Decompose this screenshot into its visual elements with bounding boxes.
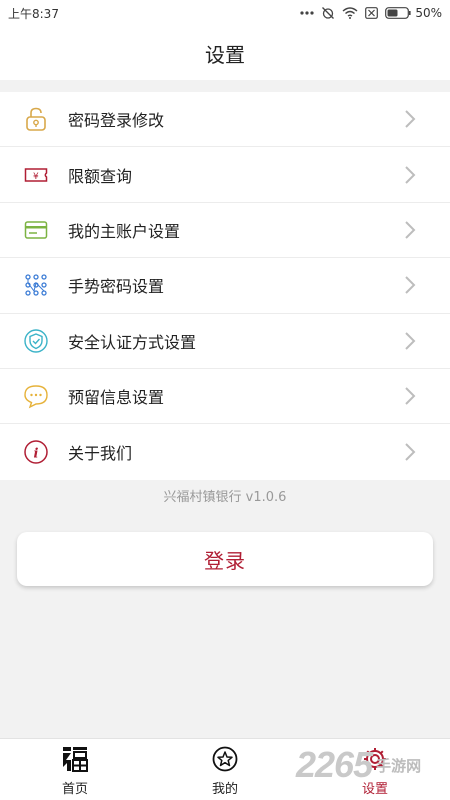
menu-item-security-auth[interactable]: 安全认证方式设置 xyxy=(0,314,450,369)
tab-label: 首页 xyxy=(61,782,88,797)
chevron-right-icon xyxy=(405,332,416,350)
star-circle-icon xyxy=(212,746,238,772)
title-bar: 设置 xyxy=(0,26,450,80)
svg-text:i: i xyxy=(34,447,39,462)
menu-item-about-us[interactable]: i 关于我们 xyxy=(0,424,450,479)
status-bar: 上午8:37 50% xyxy=(0,0,450,26)
card-icon xyxy=(22,216,50,244)
sim-off-icon xyxy=(365,7,379,19)
login-button-label: 登录 xyxy=(204,548,246,573)
menu-item-label: 预留信息设置 xyxy=(68,388,165,408)
tab-home[interactable]: 首页 xyxy=(0,739,150,800)
menu-item-gesture-password[interactable]: 手势密码设置 xyxy=(0,258,450,314)
watermark: 2265 手游网 xyxy=(296,744,421,786)
menu-item-limit-query[interactable]: ¥ 限额查询 xyxy=(0,147,450,203)
more-dots-icon xyxy=(300,11,314,15)
page-title: 设置 xyxy=(205,42,245,67)
menu-item-main-account[interactable]: 我的主账户设置 xyxy=(0,203,450,259)
chevron-right-icon xyxy=(405,443,416,461)
menu-item-label: 手势密码设置 xyxy=(68,277,165,297)
menu-item-label: 安全认证方式设置 xyxy=(68,332,197,352)
alarm-off-icon xyxy=(322,7,335,19)
chevron-right-icon xyxy=(405,221,416,239)
tab-mine[interactable]: 我的 xyxy=(150,739,300,800)
battery-icon xyxy=(385,7,411,19)
tab-label: 我的 xyxy=(211,782,238,797)
chat-bubble-icon xyxy=(22,382,50,410)
login-button[interactable]: 登录 xyxy=(17,532,433,586)
menu-item-label: 限额查询 xyxy=(68,166,133,186)
watermark-text: 手游网 xyxy=(376,757,422,775)
menu-item-label: 关于我们 xyxy=(68,444,133,464)
chevron-right-icon xyxy=(405,165,416,184)
settings-menu-list: 密码登录修改 ¥ 限额查询 我的主账户设置 手势密码设置 安全认证方式设置 预留… xyxy=(0,92,450,480)
version-text: 兴福村镇银行 v1.0.6 xyxy=(163,490,287,505)
svg-text:¥: ¥ xyxy=(33,172,39,182)
chevron-right-icon xyxy=(405,276,416,295)
menu-item-label: 密码登录修改 xyxy=(68,111,165,131)
menu-item-reserved-info[interactable]: 预留信息设置 xyxy=(0,369,450,425)
ticket-icon: ¥ xyxy=(22,161,50,189)
menu-item-label: 我的主账户设置 xyxy=(68,221,181,241)
gesture-grid-icon xyxy=(22,271,50,299)
lock-icon xyxy=(22,105,50,133)
chevron-right-icon xyxy=(405,110,416,128)
menu-item-password-login[interactable]: 密码登录修改 xyxy=(0,92,450,148)
info-icon: i xyxy=(22,438,50,466)
status-icons: 50% xyxy=(300,6,442,20)
battery-indicator: 50% xyxy=(385,6,442,20)
battery-percent: 50% xyxy=(415,6,442,20)
chevron-right-icon xyxy=(405,387,416,405)
bank-logo-icon xyxy=(63,747,88,772)
status-time: 上午8:37 xyxy=(8,6,59,21)
watermark-number: 2265 xyxy=(296,744,373,785)
shield-icon xyxy=(22,327,50,355)
wifi-icon xyxy=(342,7,358,19)
